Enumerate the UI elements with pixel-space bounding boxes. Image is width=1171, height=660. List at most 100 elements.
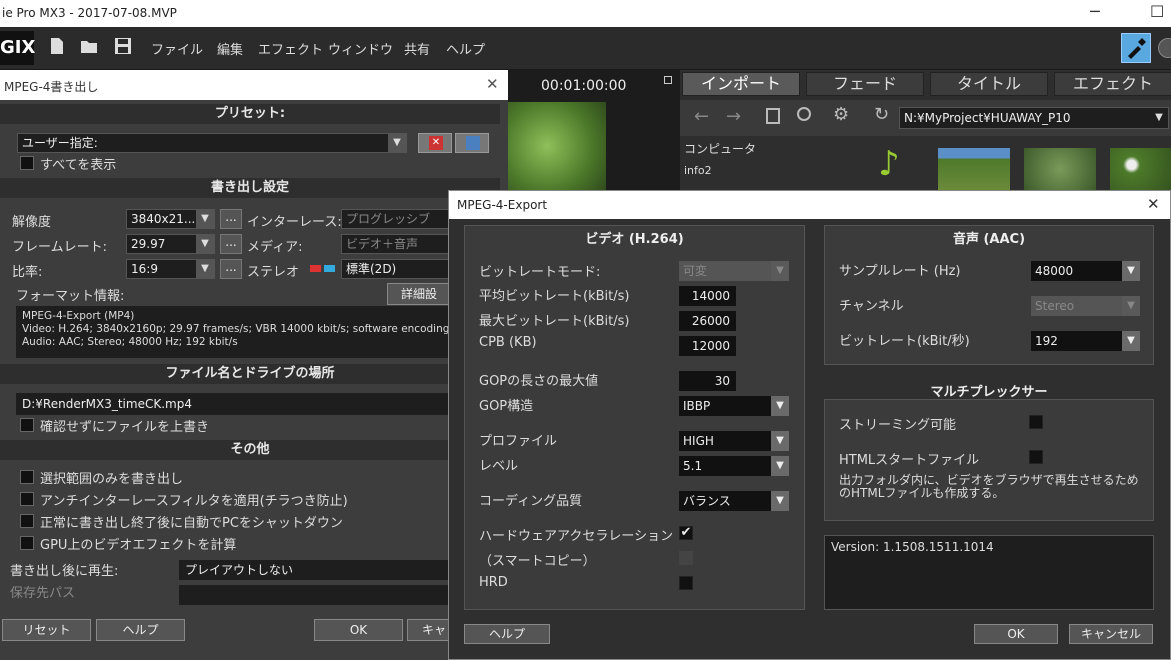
menu-edit[interactable]: 編集 <box>217 39 243 58</box>
preset-select[interactable]: ユーザー指定: ▼ <box>17 133 407 153</box>
tree-view-icon[interactable] <box>766 108 780 124</box>
chevron-down-icon: ▼ <box>1122 261 1140 281</box>
maximize-button[interactable]: ☐ <box>1150 2 1164 21</box>
shutdown-checkbox[interactable] <box>20 514 34 528</box>
overwrite-checkbox[interactable] <box>20 418 34 432</box>
media-thumbnail[interactable] <box>1110 148 1171 190</box>
selection-only-checkbox[interactable] <box>20 470 34 484</box>
max-bitrate-input[interactable]: 26000 <box>679 311 736 331</box>
reset-button[interactable]: リセット <box>2 619 91 641</box>
framerate-select[interactable]: 29.97 ▼ <box>126 234 215 254</box>
music-note-icon[interactable]: ♪ <box>878 144 900 184</box>
help-button[interactable]: ヘルプ <box>96 619 185 641</box>
media-thumbnail[interactable] <box>938 148 1010 190</box>
streaming-checkbox[interactable] <box>1029 415 1043 429</box>
new-file-icon[interactable] <box>48 37 66 55</box>
ok-button[interactable]: OK <box>314 619 403 641</box>
tab-import[interactable]: インポート <box>682 72 800 96</box>
bitrate-mode-label: ビットレートモード: <box>479 265 601 280</box>
show-all-checkbox[interactable] <box>20 156 34 170</box>
hrd-label: HRD <box>479 575 508 590</box>
level-select[interactable]: 5.1 ▼ <box>679 456 789 476</box>
smart-copy-checkbox[interactable] <box>679 551 693 565</box>
ok-button[interactable]: OK <box>974 624 1058 644</box>
media-path: N:¥MyProject¥HUAWAY_P10 <box>904 111 1071 125</box>
maximize-preview-icon[interactable] <box>664 76 672 84</box>
delete-preset-button[interactable]: ✕ <box>418 133 452 153</box>
audio-bitrate-label: ビットレート(kBit/秒) <box>839 334 970 349</box>
tree-item-info2[interactable]: info2 <box>684 164 712 177</box>
hw-accel-checkbox[interactable]: ✔ <box>679 526 693 540</box>
bitrate-mode-select[interactable]: 可変 ▼ <box>679 261 789 281</box>
sample-rate-select[interactable]: 48000 ▼ <box>1031 261 1140 281</box>
version-box: Version: 1.1508.1511.1014 <box>824 535 1154 610</box>
media-path-select[interactable]: N:¥MyProject¥HUAWAY_P10 ▼ <box>899 107 1169 129</box>
ratio-more-button[interactable]: ... <box>220 259 242 279</box>
delete-icon: ✕ <box>429 136 443 150</box>
resolution-more-button[interactable]: ... <box>220 209 242 229</box>
details-button[interactable]: 詳細設 <box>387 283 451 305</box>
settings-gear-icon[interactable] <box>1158 38 1171 58</box>
open-folder-icon[interactable] <box>80 37 98 55</box>
close-button[interactable]: ✕ <box>486 75 499 93</box>
save-icon[interactable] <box>114 37 132 55</box>
coding-quality-value: バランス <box>683 494 731 508</box>
level-label: レベル <box>479 459 519 474</box>
tab-effect[interactable]: エフェクト <box>1054 72 1171 96</box>
menu-share[interactable]: 共有 <box>404 39 430 58</box>
tree-item-computer[interactable]: コンピュータ <box>684 140 756 157</box>
gpu-effects-checkbox[interactable] <box>20 536 34 550</box>
stereo-select[interactable]: 標準(2D) <box>341 259 451 279</box>
format-line: Audio: AAC; Stereo; 48000 Hz; 192 kbit/s <box>22 336 238 348</box>
ratio-select[interactable]: 16:9 ▼ <box>126 259 215 279</box>
gpu-effects-label: GPU上のビデオエフェクトを計算 <box>40 538 237 553</box>
brush-tool-button[interactable] <box>1121 33 1151 63</box>
back-arrow-icon[interactable]: ← <box>694 106 709 127</box>
cancel-button[interactable]: キャンセル <box>1069 624 1153 644</box>
forward-arrow-icon[interactable]: → <box>726 106 741 127</box>
tab-fade[interactable]: フェード <box>806 72 924 96</box>
channel-select[interactable]: Stereo ▼ <box>1031 296 1140 316</box>
video-section-head: ビデオ (H.264) <box>585 232 684 247</box>
help-button[interactable]: ヘルプ <box>464 624 550 644</box>
mpeg4-export-settings-dialog: MPEG-4-Export ✕ ビデオ (H.264) ビットレートモード: 可… <box>448 190 1171 660</box>
save-preset-button[interactable] <box>455 133 489 153</box>
chevron-down-icon: ▼ <box>771 261 789 281</box>
play-after-select[interactable]: プレイアウトしない <box>179 560 451 580</box>
menu-file[interactable]: ファイル <box>151 39 203 58</box>
interlace-value: プログレッシブ <box>346 212 431 226</box>
save-path-input[interactable] <box>179 585 451 605</box>
avg-bitrate-input[interactable]: 14000 <box>679 286 736 306</box>
tab-title[interactable]: タイトル <box>930 72 1048 96</box>
minimize-button[interactable]: ─ <box>1090 2 1100 21</box>
audio-bitrate-select[interactable]: 192 ▼ <box>1031 331 1140 351</box>
cpb-input[interactable]: 12000 <box>679 336 736 356</box>
menu-window[interactable]: ウィンドウ <box>328 39 393 58</box>
gop-max-input[interactable]: 30 <box>679 371 736 391</box>
html-start-checkbox[interactable] <box>1029 450 1043 464</box>
resolution-select[interactable]: 3840x21... ▼ <box>126 209 215 229</box>
hrd-checkbox[interactable] <box>679 576 693 590</box>
audio-settings-group: 音声 (AAC) サンプルレート (Hz) 48000 ▼ チャンネル Stere… <box>824 225 1154 365</box>
framerate-more-button[interactable]: ... <box>220 234 242 254</box>
gear-icon[interactable]: ⚙ <box>833 104 849 125</box>
menu-effect[interactable]: エフェクト <box>258 39 323 58</box>
close-button[interactable]: ✕ <box>1147 195 1160 213</box>
media-thumbnail[interactable] <box>1024 148 1096 190</box>
media-select[interactable]: ビデオ＋音声 <box>341 234 451 254</box>
mpeg4-export-dialog: MPEG-4書き出し ✕ プリセット: ユーザー指定: ▼ ✕ すべてを表示 書き… <box>0 70 508 660</box>
gop-structure-select[interactable]: IBBP ▼ <box>679 396 789 416</box>
anti-interlace-checkbox[interactable] <box>20 492 34 506</box>
search-icon[interactable] <box>797 107 811 121</box>
interlace-select[interactable]: プログレッシブ <box>341 209 451 229</box>
smart-copy-label: （スマートコピー） <box>479 554 596 569</box>
menu-help[interactable]: ヘルプ <box>446 39 485 58</box>
profile-select[interactable]: HIGH ▼ <box>679 431 789 451</box>
refresh-icon[interactable]: ↻ <box>874 104 889 125</box>
gop-structure-label: GOP構造 <box>479 399 534 414</box>
overwrite-label: 確認せずにファイルを上書き <box>40 420 210 435</box>
ratio-value: 16:9 <box>131 262 158 276</box>
coding-quality-select[interactable]: バランス ▼ <box>679 491 789 511</box>
file-path-input[interactable]: D:¥RenderMX3_timeCK.mp4 <box>16 393 452 415</box>
avg-bitrate-label: 平均ビットレート(kBit/s) <box>479 289 630 304</box>
